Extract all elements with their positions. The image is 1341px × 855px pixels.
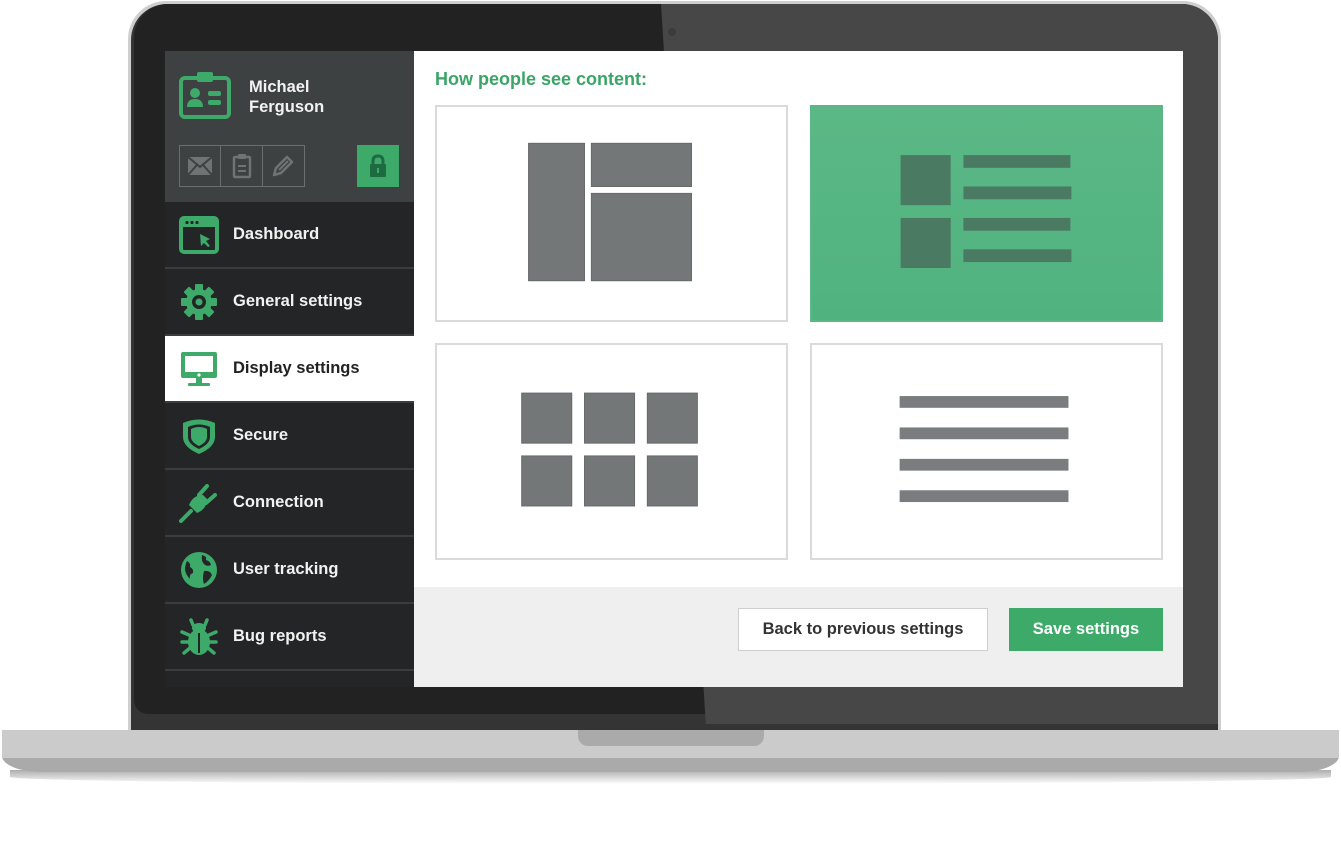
layout-option-grid[interactable] xyxy=(435,343,788,560)
sidebar-item-connection[interactable]: Connection xyxy=(165,470,414,537)
grid-layout-icon xyxy=(521,392,698,507)
plug-icon xyxy=(179,483,219,523)
back-to-previous-settings-button[interactable]: Back to previous settings xyxy=(738,608,988,651)
gear-icon xyxy=(179,282,219,322)
display-settings-panel: How people see content: Back to previous… xyxy=(414,51,1183,687)
sidebar-item-label: Bug reports xyxy=(233,627,327,645)
text-list-layout-icon xyxy=(899,396,1069,503)
envelope-icon xyxy=(187,156,213,176)
sidebar-item-label: Secure xyxy=(233,426,289,444)
masonry-layout-icon xyxy=(528,142,692,282)
notes-button[interactable] xyxy=(221,146,263,186)
edit-button[interactable] xyxy=(263,146,304,186)
laptop-base-lower xyxy=(2,756,1339,772)
laptop-shadow xyxy=(10,770,1331,784)
browser-cursor-icon xyxy=(179,215,219,255)
user-first-name: Michael xyxy=(249,78,310,96)
camera-dot xyxy=(668,28,676,36)
sidebar-item-general-settings[interactable]: General settings xyxy=(165,269,414,336)
app-screen: Michael Ferguson Dashboard General setti… xyxy=(165,51,1183,687)
sidebar-item-label: General settings xyxy=(233,292,363,310)
sidebar-item-dashboard[interactable]: Dashboard xyxy=(165,202,414,269)
lock-icon xyxy=(370,154,386,177)
layout-option-masonry[interactable] xyxy=(435,105,788,322)
save-settings-button[interactable]: Save settings xyxy=(1009,608,1163,651)
layout-option-list-with-thumbnails[interactable] xyxy=(810,105,1163,322)
monitor-icon xyxy=(179,349,219,389)
sidebar-item-label: Connection xyxy=(233,493,324,511)
clipboard-icon xyxy=(232,154,251,179)
shield-icon xyxy=(179,416,219,456)
user-last-name: Ferguson xyxy=(249,98,325,116)
sidebar-item-label: User tracking xyxy=(233,560,339,578)
sidebar-item-display-settings[interactable]: Display settings xyxy=(165,336,414,403)
sidebar: Michael Ferguson Dashboard General setti… xyxy=(165,51,414,687)
sidebar-item-secure[interactable]: Secure xyxy=(165,403,414,470)
action-footer: Back to previous settings Save settings xyxy=(414,587,1183,687)
globe-icon xyxy=(179,550,219,590)
lock-button[interactable] xyxy=(357,145,399,187)
sidebar-item-user-tracking[interactable]: User tracking xyxy=(165,537,414,604)
id-card-icon xyxy=(179,72,231,119)
sidebar-nav: Dashboard General settings Display setti… xyxy=(165,202,414,671)
thumbnail-list-layout-icon xyxy=(900,155,1072,268)
laptop-notch xyxy=(578,730,764,746)
sidebar-item-label: Display settings xyxy=(233,359,360,377)
bug-icon xyxy=(179,617,219,657)
sidebar-item-bug-reports[interactable]: Bug reports xyxy=(165,604,414,671)
layout-option-text-list[interactable] xyxy=(810,343,1163,560)
mail-button[interactable] xyxy=(180,146,222,186)
pencil-icon xyxy=(273,155,294,177)
profile-tools xyxy=(179,145,305,187)
sidebar-item-label: Dashboard xyxy=(233,225,320,243)
section-heading: How people see content: xyxy=(435,69,648,89)
user-name: Michael Ferguson xyxy=(249,77,369,117)
profile-panel: Michael Ferguson xyxy=(165,51,414,202)
